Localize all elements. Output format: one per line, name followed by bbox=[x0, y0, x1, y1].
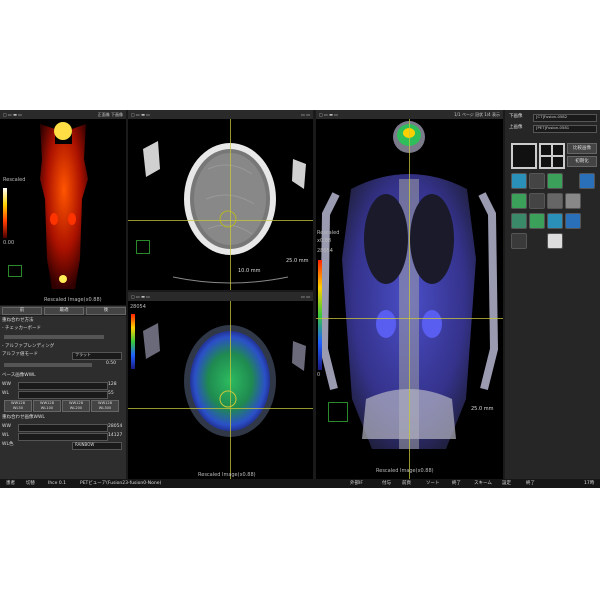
taskbar-item[interactable]: 前頁 bbox=[402, 479, 411, 488]
coronal-colorbar bbox=[318, 260, 322, 370]
wl2-value: 14127 bbox=[108, 433, 123, 438]
overlay-wwl-title: 重ね合わせ画像WWL bbox=[2, 415, 45, 420]
fusion-colorbar bbox=[131, 314, 135, 369]
taskbar-item[interactable]: 終了 bbox=[452, 479, 461, 488]
taskbar-item[interactable]: ソート bbox=[426, 479, 440, 488]
search-icon[interactable] bbox=[579, 173, 595, 189]
axial-ct-image bbox=[143, 141, 306, 284]
alpha-value: 0.50 bbox=[106, 361, 117, 366]
view-header: ▢ ▭ ▬ ▭ ▭ ▭ bbox=[128, 292, 313, 301]
clock: 17時 bbox=[584, 481, 595, 486]
axial-fusion-view[interactable]: ▢ ▭ ▬ ▭ ▭ ▭ 28054 Rescaled Image(x0.88) bbox=[128, 292, 313, 479]
wl-value: 55 bbox=[108, 391, 114, 396]
ww2-slider[interactable] bbox=[18, 424, 108, 432]
orientation-marker bbox=[136, 240, 150, 254]
layout-grid-button[interactable] bbox=[539, 143, 565, 169]
tab-optimal[interactable]: 最適 bbox=[44, 307, 84, 315]
preset-button[interactable]: WW128 WL200 bbox=[62, 400, 90, 412]
wl2-slider[interactable] bbox=[18, 433, 108, 441]
tool-icon[interactable] bbox=[547, 233, 563, 249]
taskbar-item[interactable]: 外部IF bbox=[350, 479, 363, 488]
taskbar-item[interactable]: Ihce 0.1 bbox=[48, 479, 66, 488]
compare-button[interactable]: 比較画像 bbox=[567, 143, 597, 154]
preset-button[interactable]: WW128 WL300 bbox=[91, 400, 119, 412]
control-panel: 重ね合わせ方法 - チェッカーボード - アルファブレンディング アルファ値モー… bbox=[0, 316, 126, 479]
tool-icon[interactable] bbox=[547, 193, 563, 209]
ww-value: 128 bbox=[108, 382, 117, 387]
checker-slider[interactable] bbox=[4, 335, 104, 339]
init-button[interactable]: 初期化 bbox=[567, 156, 597, 167]
viewer-window: ▢ ▭ ▬ ▭ 正面像 下画像 Rescaled 0.00 Rescaled I… bbox=[0, 110, 600, 488]
tab-prev[interactable]: 前 bbox=[2, 307, 42, 315]
pet-mip-view[interactable]: ▢ ▭ ▬ ▭ 正面像 下画像 Rescaled 0.00 Rescaled I… bbox=[0, 110, 126, 305]
pet-colorbar bbox=[3, 188, 7, 238]
tool-icon[interactable] bbox=[565, 193, 581, 209]
tool-icon[interactable] bbox=[547, 213, 563, 229]
tool-icon[interactable] bbox=[511, 193, 527, 209]
checkerboard-option[interactable]: - チェッカーボード bbox=[2, 325, 124, 333]
orientation-marker bbox=[328, 402, 348, 422]
wrench-icon[interactable] bbox=[529, 173, 545, 189]
taskbar-item[interactable]: 終了 bbox=[526, 479, 535, 488]
taskbar-item[interactable]: 切替 bbox=[26, 479, 35, 488]
layout-single-button[interactable] bbox=[511, 143, 537, 169]
preset-button[interactable]: WW128 WL50 bbox=[4, 400, 32, 412]
ww2-value: 28054 bbox=[108, 424, 123, 429]
crosshair-horizontal[interactable] bbox=[128, 408, 313, 409]
view-header: ▢ ▭ ▬ ▭ 正面像 下画像 bbox=[0, 110, 126, 119]
pet-view-icon[interactable] bbox=[547, 173, 563, 189]
axial-fusion-image bbox=[143, 323, 306, 437]
crosshair-vertical[interactable] bbox=[230, 301, 231, 479]
nav-tabs: 前 最適 後 bbox=[0, 306, 126, 315]
view-header: ▢ ▭ ▬ ▭ 1/1 ページ 冠状 1/4 表示 bbox=[316, 110, 503, 119]
tab-next[interactable]: 後 bbox=[86, 307, 126, 315]
taskbar-item[interactable]: スキーム bbox=[474, 479, 492, 488]
alpha-slider[interactable] bbox=[4, 363, 92, 367]
tool-icon[interactable] bbox=[529, 193, 545, 209]
tool-icon[interactable] bbox=[565, 213, 581, 229]
taskbar-item[interactable]: 付与 bbox=[382, 479, 391, 488]
taskbar-item[interactable]: PETビューア(Fusion23-fusion0-None) bbox=[80, 479, 161, 488]
crosshair-vertical[interactable] bbox=[409, 119, 410, 479]
wl-slider[interactable] bbox=[18, 391, 108, 399]
coronal-fusion-view[interactable]: ▢ ▭ ▬ ▭ 1/1 ページ 冠状 1/4 表示 Rescaled x0.88 … bbox=[316, 110, 503, 479]
crosshair-vertical[interactable] bbox=[230, 119, 231, 290]
preset-button[interactable]: WW128 WL100 bbox=[33, 400, 61, 412]
alpha-blend-option[interactable]: - アルファブレンディング bbox=[2, 343, 124, 351]
upper-image-select[interactable]: [PET]Fusion-0581 bbox=[533, 125, 597, 133]
pet-mip-image bbox=[40, 122, 88, 289]
ww-slider[interactable] bbox=[18, 382, 108, 390]
base-wwl-title: ベース画像WWL bbox=[2, 373, 36, 378]
tool-icon[interactable] bbox=[511, 213, 527, 229]
taskbar-item[interactable]: 設定 bbox=[502, 479, 511, 488]
alpha-mode-select[interactable]: フラット bbox=[72, 352, 122, 360]
taskbar-item[interactable]: 患者 bbox=[6, 479, 15, 488]
fusion-tool-icon[interactable] bbox=[511, 173, 527, 189]
orientation-marker bbox=[8, 265, 22, 277]
color-select[interactable]: RAINBOW bbox=[72, 442, 122, 450]
tool-icon[interactable] bbox=[529, 213, 545, 229]
axial-ct-view[interactable]: ▢ ▭ ▬ ▭ ▭ ▭ 25.0 mm 10.0 mm bbox=[128, 110, 313, 290]
crosshair-horizontal[interactable] bbox=[128, 220, 313, 221]
tool-icon[interactable] bbox=[511, 233, 527, 249]
right-tool-panel: 下画像 [CT]Fusion-0582 上画像 [PET]Fusion-0581… bbox=[505, 110, 600, 479]
overlay-method-title: 重ね合わせ方法 bbox=[2, 318, 34, 323]
lower-image-select[interactable]: [CT]Fusion-0582 bbox=[533, 114, 597, 122]
taskbar: 患者 切替 Ihce 0.1 PETビューア(Fusion23-fusion0-… bbox=[0, 479, 600, 488]
view-header: ▢ ▭ ▬ ▭ ▭ ▭ bbox=[128, 110, 313, 119]
